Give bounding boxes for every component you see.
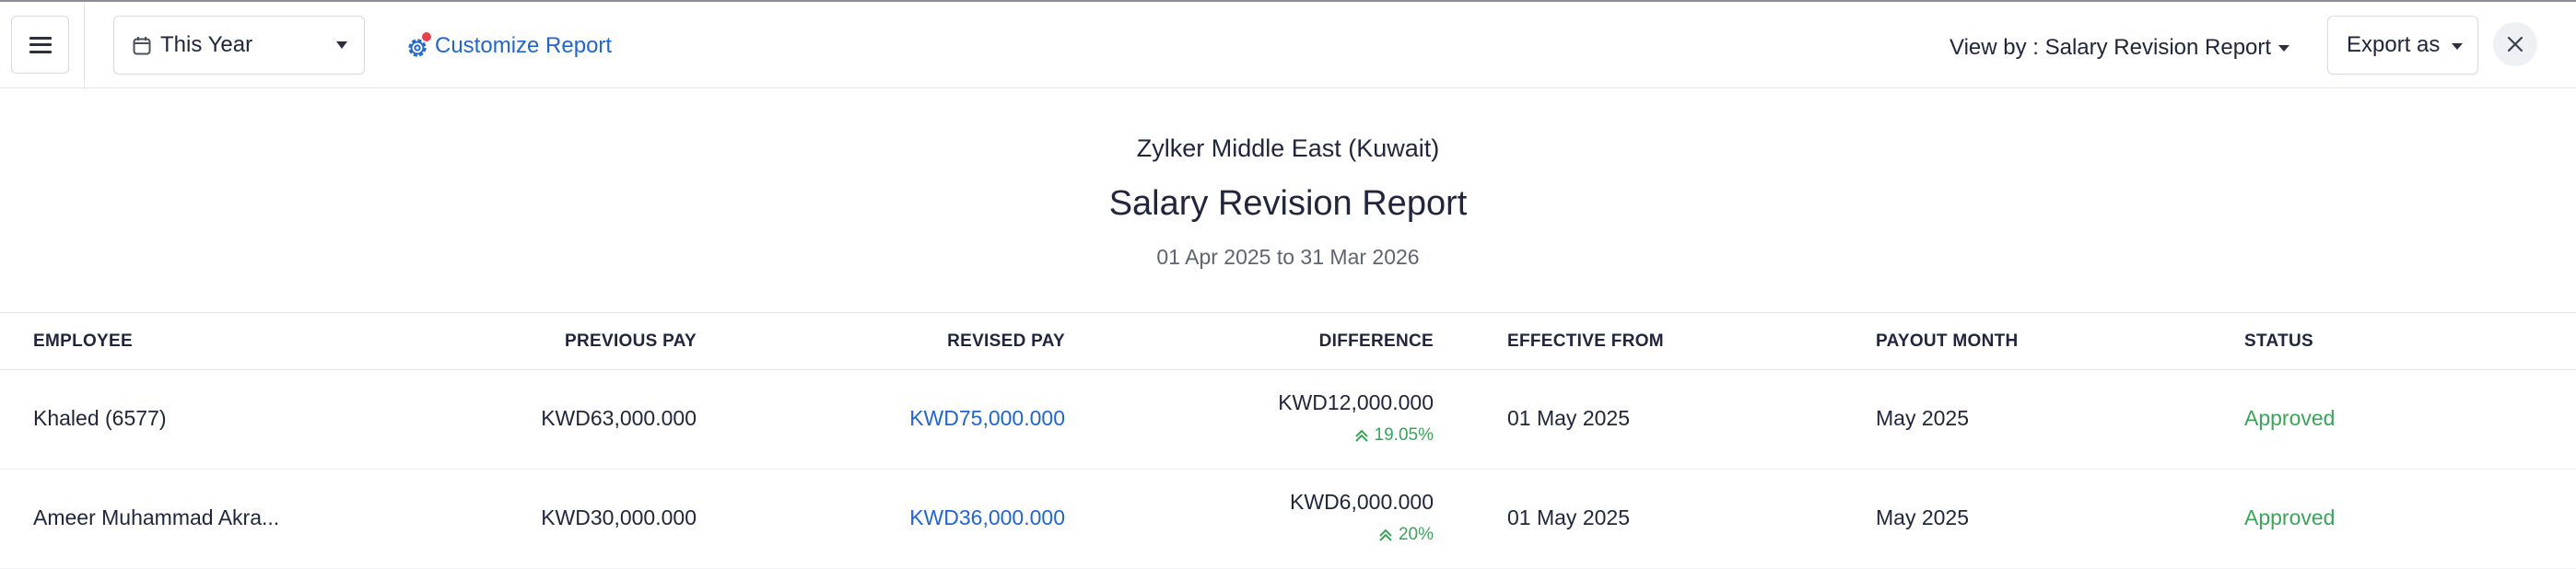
period-select[interactable]: This Year bbox=[113, 16, 365, 75]
report-toolbar: This Year Customize Report View by : Sal… bbox=[0, 0, 2576, 90]
employee-name: Khaled (6577) bbox=[33, 406, 167, 430]
table-row: Khaled (6577) KWD63,000.000 KWD75,000.00… bbox=[0, 370, 2576, 470]
revised-pay-link[interactable]: KWD75,000.000 bbox=[789, 406, 1065, 431]
previous-pay: KWD63,000.000 bbox=[541, 406, 697, 430]
notification-dot bbox=[422, 32, 431, 41]
customize-report-label: Customize Report bbox=[435, 33, 613, 58]
trend-up-icon bbox=[1354, 429, 1368, 442]
view-by-label: View by : Salary Revision Report bbox=[1950, 35, 2272, 60]
payout-month: May 2025 bbox=[1876, 505, 1970, 529]
close-button[interactable] bbox=[2493, 22, 2537, 66]
table-header-row: EMPLOYEE PREVIOUS PAY REVISED PAY DIFFER… bbox=[0, 312, 2576, 370]
export-as-label: Export as bbox=[2347, 32, 2441, 57]
report-title: Salary Revision Report bbox=[1108, 184, 1468, 223]
customize-report-link[interactable]: Customize Report bbox=[405, 29, 612, 63]
calendar-icon bbox=[133, 36, 151, 55]
table-row: Ameer Muhammad Akra... KWD30,000.000 KWD… bbox=[0, 470, 2576, 569]
organization-name: Zylker Middle East (Kuwait) bbox=[1136, 134, 1440, 162]
previous-pay: KWD30,000.000 bbox=[541, 505, 697, 529]
status-badge: Approved bbox=[2244, 406, 2336, 430]
column-header-difference: DIFFERENCE bbox=[1318, 331, 1434, 351]
chevron-down-icon bbox=[2452, 43, 2463, 50]
chevron-down-icon bbox=[2278, 44, 2290, 52]
gear-icon bbox=[405, 32, 431, 60]
effective-from: 01 May 2025 bbox=[1507, 406, 1630, 430]
difference-percent: 19.05% bbox=[1157, 425, 1434, 446]
report-header: Zylker Middle East (Kuwait) Salary Revis… bbox=[0, 88, 2576, 312]
close-icon bbox=[2507, 36, 2523, 52]
column-header-revised-pay: REVISED PAY bbox=[947, 331, 1065, 351]
column-header-effective-from: EFFECTIVE FROM bbox=[1507, 331, 1664, 351]
export-as-button[interactable]: Export as bbox=[2327, 16, 2478, 75]
difference-percent-value: 19.05% bbox=[1374, 425, 1434, 445]
trend-up-icon bbox=[1379, 528, 1392, 541]
column-header-employee: EMPLOYEE bbox=[33, 331, 133, 351]
period-select-value: This Year bbox=[160, 32, 253, 57]
column-header-status: STATUS bbox=[2244, 331, 2313, 351]
revised-pay-link[interactable]: KWD36,000.000 bbox=[789, 505, 1065, 530]
payout-month: May 2025 bbox=[1876, 406, 1970, 430]
employee-name: Ameer Muhammad Akra... bbox=[33, 505, 280, 529]
view-by-dropdown[interactable]: View by : Salary Revision Report bbox=[1950, 32, 2290, 64]
status-badge: Approved bbox=[2244, 505, 2336, 529]
hamburger-icon bbox=[29, 36, 52, 53]
toolbar-divider bbox=[84, 2, 85, 90]
difference-amount: KWD6,000.000 bbox=[1290, 490, 1434, 514]
difference-percent: 20% bbox=[1157, 525, 1434, 545]
difference-percent-value: 20% bbox=[1398, 525, 1434, 544]
column-header-payout-month: PAYOUT MONTH bbox=[1876, 331, 2019, 351]
difference-amount: KWD12,000.000 bbox=[1278, 390, 1434, 414]
column-header-previous-pay: PREVIOUS PAY bbox=[565, 331, 697, 351]
chevron-down-icon bbox=[336, 41, 347, 49]
report-date-range: 01 Apr 2025 to 31 Mar 2026 bbox=[1156, 245, 1420, 269]
menu-button[interactable] bbox=[11, 16, 69, 74]
salary-revision-table: EMPLOYEE PREVIOUS PAY REVISED PAY DIFFER… bbox=[0, 312, 2576, 569]
effective-from: 01 May 2025 bbox=[1507, 505, 1630, 529]
